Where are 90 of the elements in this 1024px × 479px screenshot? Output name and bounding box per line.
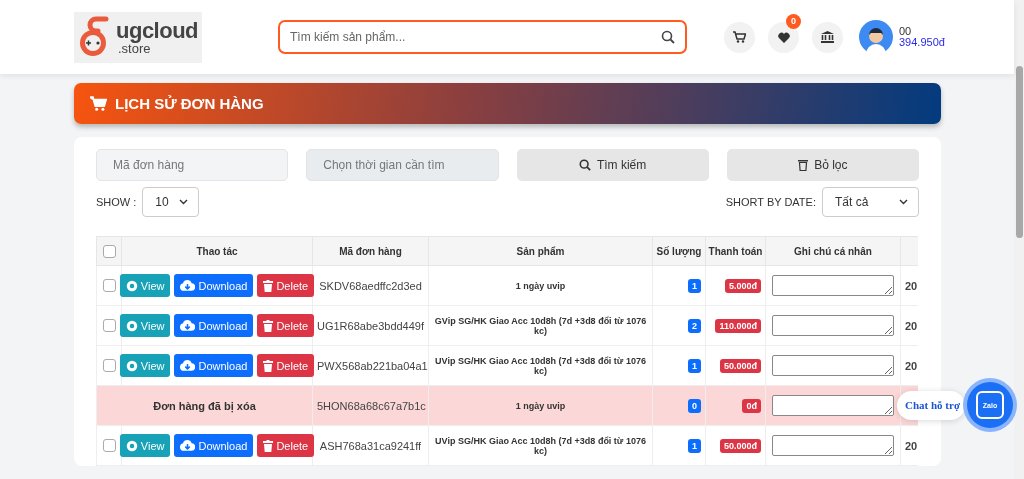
eye-icon xyxy=(125,359,138,372)
cart-icon xyxy=(733,31,746,43)
eye-icon xyxy=(125,279,138,292)
cart-button[interactable] xyxy=(724,21,755,53)
cart-icon xyxy=(90,96,107,111)
row-checkbox[interactable] xyxy=(102,439,116,453)
show-label: SHOW : xyxy=(96,196,137,208)
trash-icon xyxy=(263,439,274,452)
total-badge: 50.000đ xyxy=(719,358,761,373)
note-field[interactable] xyxy=(772,395,894,416)
product-cell: 1 ngày uvip xyxy=(428,385,653,426)
page-title: LỊCH SỬ ĐƠN HÀNG xyxy=(115,95,264,112)
sort-select[interactable]: Tất cả xyxy=(822,187,919,217)
note-field[interactable] xyxy=(772,355,894,376)
trash-icon xyxy=(263,279,274,292)
bank-icon xyxy=(821,31,834,43)
order-code-field[interactable]: Mã đơn hàng xyxy=(96,149,289,181)
note-field[interactable] xyxy=(772,275,894,296)
total-badge: 0đ xyxy=(742,398,761,413)
clear-filter-button[interactable]: Bỏ lọc xyxy=(726,149,919,181)
order-code-cell: ASH768a31ca9241ff xyxy=(312,425,429,466)
bank-button[interactable] xyxy=(812,21,843,53)
cloud-download-icon xyxy=(180,440,196,451)
note-field[interactable] xyxy=(772,315,894,336)
quantity-badge: 2 xyxy=(688,318,701,333)
user-balance: 394.950đ xyxy=(899,37,945,48)
search-button[interactable]: Tìm kiếm xyxy=(516,149,709,181)
total-badge: 5.000đ xyxy=(724,278,761,293)
column-header: Số lượng xyxy=(652,236,706,266)
view-button[interactable]: View xyxy=(119,354,171,377)
delete-button[interactable]: Delete xyxy=(257,434,315,457)
view-button[interactable]: View xyxy=(119,434,171,457)
quantity-badge: 1 xyxy=(688,438,701,453)
search-icon xyxy=(578,159,591,171)
column-header: Thao tác xyxy=(121,236,313,266)
delete-button[interactable]: Delete xyxy=(257,314,315,337)
heart-icon xyxy=(777,31,790,43)
row-checkbox[interactable] xyxy=(102,279,116,293)
user-name: 00 xyxy=(899,26,913,37)
cloud-download-icon xyxy=(180,280,196,291)
trash-icon xyxy=(263,319,274,332)
product-cell: UVip SG/HK Giao Acc 10d8h (7d +3d8 đổi từ 1076 kc) xyxy=(428,345,653,386)
eye-icon xyxy=(125,319,138,332)
column-header: Thanh toán xyxy=(705,236,766,266)
trash-icon xyxy=(798,159,809,171)
view-button[interactable]: View xyxy=(119,314,171,337)
product-cell: UVip SG/HK Giao Acc 10d8h (7d +3d8 đổi từ 1076 kc) xyxy=(428,425,653,466)
quantity-badge: 0 xyxy=(688,398,701,413)
chat-support-button[interactable]: Chat hỗ trợ xyxy=(897,390,965,420)
logo[interactable]: ugcloud .store xyxy=(74,11,202,63)
quantity-badge: 1 xyxy=(688,358,701,373)
delete-button[interactable]: Delete xyxy=(257,274,315,297)
row-checkbox[interactable] xyxy=(102,359,116,373)
order-code-cell: 5HON68a68c67a7b1c xyxy=(312,385,429,426)
scrollbar[interactable] xyxy=(1014,0,1024,479)
sort-label: SHORT BY DATE: xyxy=(725,196,816,208)
eye-icon xyxy=(125,439,138,452)
download-button[interactable]: Download xyxy=(174,274,254,297)
delete-button[interactable]: Delete xyxy=(257,354,315,377)
column-header: Sản phẩm xyxy=(428,236,653,266)
deleted-status: Đơn hàng đã bị xóa xyxy=(96,385,313,426)
order-code-cell: PWX568ab221ba04a1 xyxy=(312,345,429,386)
product-cell: 1 ngày uvip xyxy=(428,265,653,306)
chevron-down-icon xyxy=(899,199,908,205)
view-button[interactable]: View xyxy=(119,274,171,297)
chevron-down-icon xyxy=(179,199,189,205)
logo-name: ugcloud xyxy=(116,19,199,42)
search-icon[interactable] xyxy=(661,30,675,44)
total-badge: 50.000đ xyxy=(719,438,761,453)
order-code-cell: UG1R68abe3bdd449f xyxy=(312,305,429,346)
order-code-cell: SKDV68aedffc2d3ed xyxy=(312,265,429,306)
download-button[interactable]: Download xyxy=(174,434,254,457)
search-field[interactable]: Tìm kiếm sản phẩm... xyxy=(278,20,687,54)
page-size-select[interactable]: 10 xyxy=(142,187,200,217)
total-badge: 110.000đ xyxy=(715,318,761,333)
date-range-field[interactable]: Chọn thời gian cần tìm xyxy=(306,149,499,181)
product-cell: GVip SG/HK Giao Acc 10d8h (7d +3d8 đổi từ 1076 kc) xyxy=(428,305,653,346)
quantity-badge: 1 xyxy=(688,278,701,293)
download-button[interactable]: Download xyxy=(174,314,254,337)
row-checkbox[interactable] xyxy=(102,319,116,333)
cloud-download-icon xyxy=(180,320,196,331)
cloud-download-icon xyxy=(180,360,196,371)
avatar-icon[interactable] xyxy=(859,20,893,54)
wishlist-count-badge: 0 xyxy=(786,13,801,29)
column-header: Ghi chú cá nhân xyxy=(765,236,901,266)
trash-icon xyxy=(263,359,274,372)
note-field[interactable] xyxy=(772,435,894,456)
column-header: Mã đơn hàng xyxy=(312,236,429,266)
select-all-checkbox[interactable] xyxy=(102,244,116,258)
download-button[interactable]: Download xyxy=(174,354,254,377)
